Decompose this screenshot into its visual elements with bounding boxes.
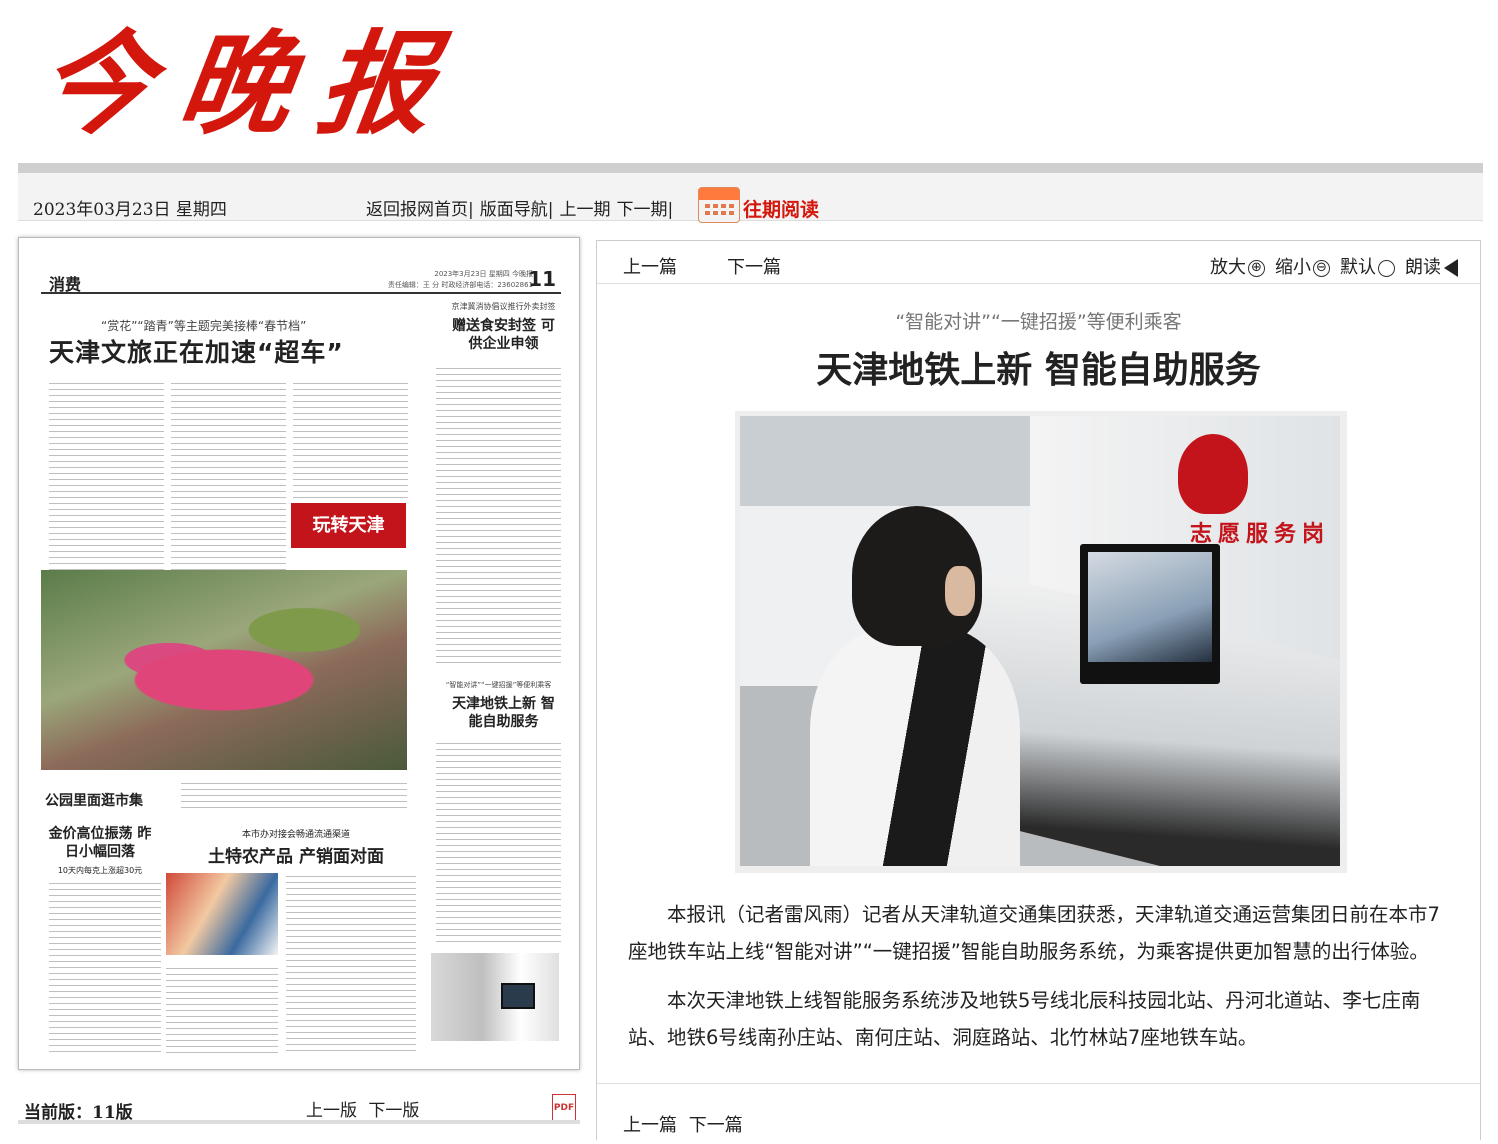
next-article-link[interactable]: 下一篇: [727, 253, 781, 279]
page-number: 11: [528, 267, 556, 291]
article-subtitle: “智能对讲”“一键招援”等便利乘客: [895, 311, 1182, 333]
article-body: 本报讯（记者雷风雨）记者从天津轨道交通集团获悉，天津轨道交通运营集团日前在本市7…: [628, 896, 1453, 1068]
top-nav-bar: 2023年03月23日 星期四 返回报网首页| 版面导航| 上一期 下一期| 往…: [18, 163, 1483, 223]
prev-article-link[interactable]: 上一篇: [623, 253, 677, 279]
page-thumbnail-panel: 消费 2023年3月23日 星期四 今晚报 责任编辑：王 分 时政经济部电话：2…: [18, 237, 580, 1070]
prev-page-link[interactable]: 上一版: [306, 1101, 357, 1121]
article-photo[interactable]: 志愿服务岗: [740, 416, 1340, 866]
market-photo[interactable]: [41, 570, 407, 770]
pdf-icon[interactable]: PDF: [552, 1094, 576, 1122]
article-paragraph: 本次天津地铁上线智能服务系统涉及地铁5号线北辰科技园北站、丹河北道站、李七庄南站…: [628, 989, 1421, 1049]
page-nav-links: 上一版 下一版: [306, 1096, 419, 1121]
thumb-side1-kicker: 京津冀消协倡议推行外卖封签: [451, 302, 556, 311]
home-link[interactable]: 返回报网首页|: [366, 195, 474, 220]
article-title: 天津地铁上新 智能自助服务: [816, 350, 1261, 391]
thumb-gold-subhead: 10天内每克上涨超30元: [57, 866, 143, 875]
passenger-face: [945, 566, 975, 616]
editor-line: 责任编辑：王 分 时政经济部电话：23602861: [387, 281, 533, 289]
next-page-link[interactable]: 下一版: [368, 1101, 419, 1121]
read-aloud-button[interactable]: 朗读: [1405, 253, 1458, 279]
tianjin-badge: 玩转天津: [291, 503, 406, 548]
zoom-in-icon: ⊕: [1248, 259, 1265, 277]
page-thumbnail[interactable]: 消费 2023年3月23日 星期四 今晚报 责任编辑：王 分 时政经济部电话：2…: [41, 265, 561, 1055]
thumb-text-block: [293, 380, 408, 500]
thumb-kicker-1: “赏花”“踏青”等主题完美接棒“春节档”: [101, 319, 307, 333]
zoom-in-button[interactable]: 放大 ⊕: [1210, 253, 1265, 279]
farm-photo[interactable]: [166, 873, 278, 955]
archive-reading-link[interactable]: 往期阅读: [743, 195, 819, 222]
market-photo-caption: 公园里面逛市集: [45, 793, 143, 809]
article-photo-frame: 志愿服务岗: [735, 411, 1347, 873]
prev-issue-link[interactable]: 上一期: [559, 195, 610, 220]
next-issue-link[interactable]: 下一期|: [616, 195, 673, 220]
thumb-side2-headline[interactable]: 天津地铁上新 智能自助服务: [446, 695, 561, 731]
thumb-text-block: [436, 365, 561, 665]
thumb-farm-kicker: 本市办对接会畅通流通渠道: [241, 830, 350, 840]
issue-date: 2023年03月23日 星期四: [33, 200, 227, 220]
page-info: 2023年3月23日 星期四 今晚报: [434, 270, 533, 278]
volunteer-emblem: [1178, 434, 1248, 514]
speaker-icon: [1444, 259, 1458, 277]
newspaper-logo[interactable]: 今晚报: [31, 15, 469, 155]
smart-service-screen: [1080, 544, 1220, 684]
article-toolbar: 上一篇 下一篇 放大 ⊕ 缩小 ⊖ 默认 朗读: [597, 241, 1480, 284]
footer-divider: [18, 1120, 580, 1124]
thumb-side1-headline[interactable]: 赠送食安封签 可供企业申领: [446, 317, 561, 353]
zoom-out-icon: ⊖: [1313, 259, 1330, 277]
thumb-text-block: [49, 380, 164, 570]
layout-nav-link[interactable]: 版面导航|: [480, 195, 554, 220]
article-tools: 放大 ⊕ 缩小 ⊖ 默认 朗读: [1210, 253, 1458, 279]
thumb-farm-headline[interactable]: 土特农产品 产销面对面: [171, 842, 421, 867]
metro-thumb-photo[interactable]: [431, 953, 559, 1041]
calendar-icon[interactable]: [698, 187, 740, 223]
top-nav-links: 返回报网首页| 版面导航| 上一期 下一期|: [366, 195, 673, 220]
thumb-text-block: [436, 740, 561, 945]
default-size-button[interactable]: 默认: [1340, 253, 1395, 279]
logo-text: 今晚报: [30, 19, 470, 150]
thumb-text-block: [286, 873, 416, 1053]
thumb-text-block: [171, 380, 286, 570]
zoom-out-button[interactable]: 缩小 ⊖: [1275, 253, 1330, 279]
thumb-headline-1[interactable]: 天津文旅正在加速“超车”: [49, 333, 344, 369]
thumb-text-block: [181, 780, 407, 808]
thumb-text-block: [166, 965, 278, 1055]
passenger-body: [810, 626, 1020, 866]
thumb-gold-headline[interactable]: 金价高位振荡 昨日小幅回落: [45, 825, 155, 861]
thumb-side2-kicker: “智能对讲”“一键招援”等便利乘客: [445, 681, 552, 689]
thumb-text-block: [49, 880, 161, 1055]
default-size-icon: [1378, 259, 1395, 277]
article-footer-nav: 上一篇 下一篇: [623, 1111, 743, 1137]
header-rule: [41, 292, 561, 294]
article-paragraph: 本报讯（记者雷风雨）记者从天津轨道交通集团获悉，天津轨道交通运营集团日前在本市7…: [628, 903, 1440, 963]
article-panel: 上一篇 下一篇 放大 ⊕ 缩小 ⊖ 默认 朗读 “智能对讲”“一键招援”等便利乘客 …: [596, 240, 1481, 1144]
